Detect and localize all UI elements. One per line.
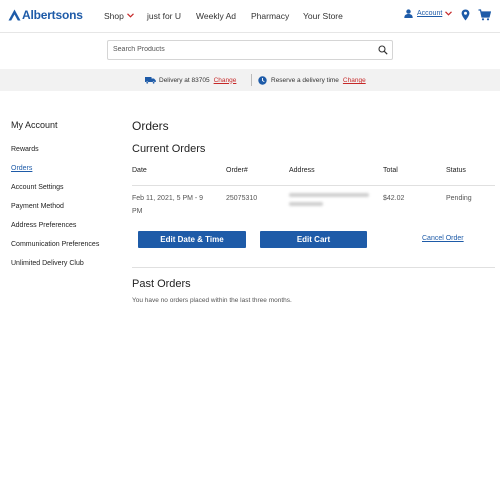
change-location-link[interactable]: Change [214, 77, 237, 84]
delivery-location: Delivery at 83705 Change [145, 76, 236, 84]
brand-name: Albertsons [22, 8, 83, 22]
column-header-address: Address [289, 167, 315, 174]
location-pin-icon[interactable] [461, 9, 470, 21]
user-icon [404, 9, 413, 18]
order-date-line-1: Feb 11, 2021, 5 PM - 9 [132, 195, 204, 202]
delivery-truck-icon [145, 77, 156, 84]
sidebar-item-communication-preferences[interactable]: Communication Preferences [11, 241, 99, 248]
cart-icon[interactable] [478, 9, 491, 21]
albertsons-logo[interactable]: Albertsons [8, 8, 83, 22]
sidebar-item-address-preferences[interactable]: Address Preferences [11, 222, 76, 229]
column-header-date: Date [132, 167, 147, 174]
cancel-order-link[interactable]: Cancel Order [422, 235, 464, 242]
column-header-status: Status [446, 167, 466, 174]
order-status: Pending [446, 195, 472, 202]
albertsons-logo-icon [8, 9, 21, 21]
top-nav: Albertsons Shop just for U Weekly Ad Pha… [0, 0, 500, 32]
table-divider [132, 185, 495, 186]
order-number: 25075310 [226, 195, 258, 202]
sidebar-item-unlimited-delivery-club[interactable]: Unlimited Delivery Club [11, 260, 84, 267]
order-date: Feb 11, 2021, 5 PM - 9 PM [132, 194, 203, 217]
reserve-time-text: Reserve a delivery time [271, 77, 339, 84]
clock-icon [258, 76, 267, 85]
order-address-redacted [289, 193, 369, 211]
delivery-zip-text: Delivery at 83705 [159, 76, 210, 84]
nav-shop-label: Shop [104, 11, 124, 21]
section-divider [132, 267, 495, 268]
current-orders-heading: Current Orders [132, 143, 206, 155]
nav-pharmacy[interactable]: Pharmacy [251, 11, 289, 21]
column-header-order-number: Order# [226, 167, 248, 174]
nav-shop[interactable]: Shop [104, 11, 134, 21]
search-row [0, 32, 500, 69]
sidebar-item-rewards[interactable]: Rewards [11, 146, 39, 153]
delivery-time: Reserve a delivery time Change [258, 76, 366, 85]
account-menu[interactable]: Account [404, 9, 453, 18]
sidebar-item-orders[interactable]: Orders [11, 165, 32, 172]
nav-just-for-u[interactable]: just for U [147, 11, 181, 21]
chevron-down-icon [126, 13, 134, 18]
change-time-link[interactable]: Change [343, 77, 366, 84]
search-input[interactable] [113, 46, 363, 53]
page-title: Orders [132, 119, 169, 133]
nav-your-store[interactable]: Your Store [303, 11, 343, 21]
chevron-down-icon [445, 11, 453, 16]
search-box [107, 40, 393, 60]
account-label: Account [417, 10, 443, 17]
nav-weekly-ad[interactable]: Weekly Ad [196, 11, 236, 21]
sidebar-item-payment-method[interactable]: Payment Method [11, 203, 64, 210]
order-date-line-2: PM [132, 208, 143, 215]
delivery-bar: Delivery at 83705 Change Reserve a deliv… [0, 69, 500, 91]
edit-cart-button[interactable]: Edit Cart [260, 231, 367, 248]
past-orders-message: You have no orders placed within the las… [132, 297, 292, 304]
order-total: $42.02 [383, 195, 405, 202]
delivery-divider [251, 74, 252, 86]
sidebar-item-account-settings[interactable]: Account Settings [11, 184, 64, 191]
past-orders-heading: Past Orders [132, 278, 191, 290]
search-icon[interactable] [378, 45, 388, 55]
edit-date-time-button[interactable]: Edit Date & Time [138, 231, 246, 248]
column-header-total: Total [383, 167, 398, 174]
sidebar-title: My Account [11, 120, 58, 130]
